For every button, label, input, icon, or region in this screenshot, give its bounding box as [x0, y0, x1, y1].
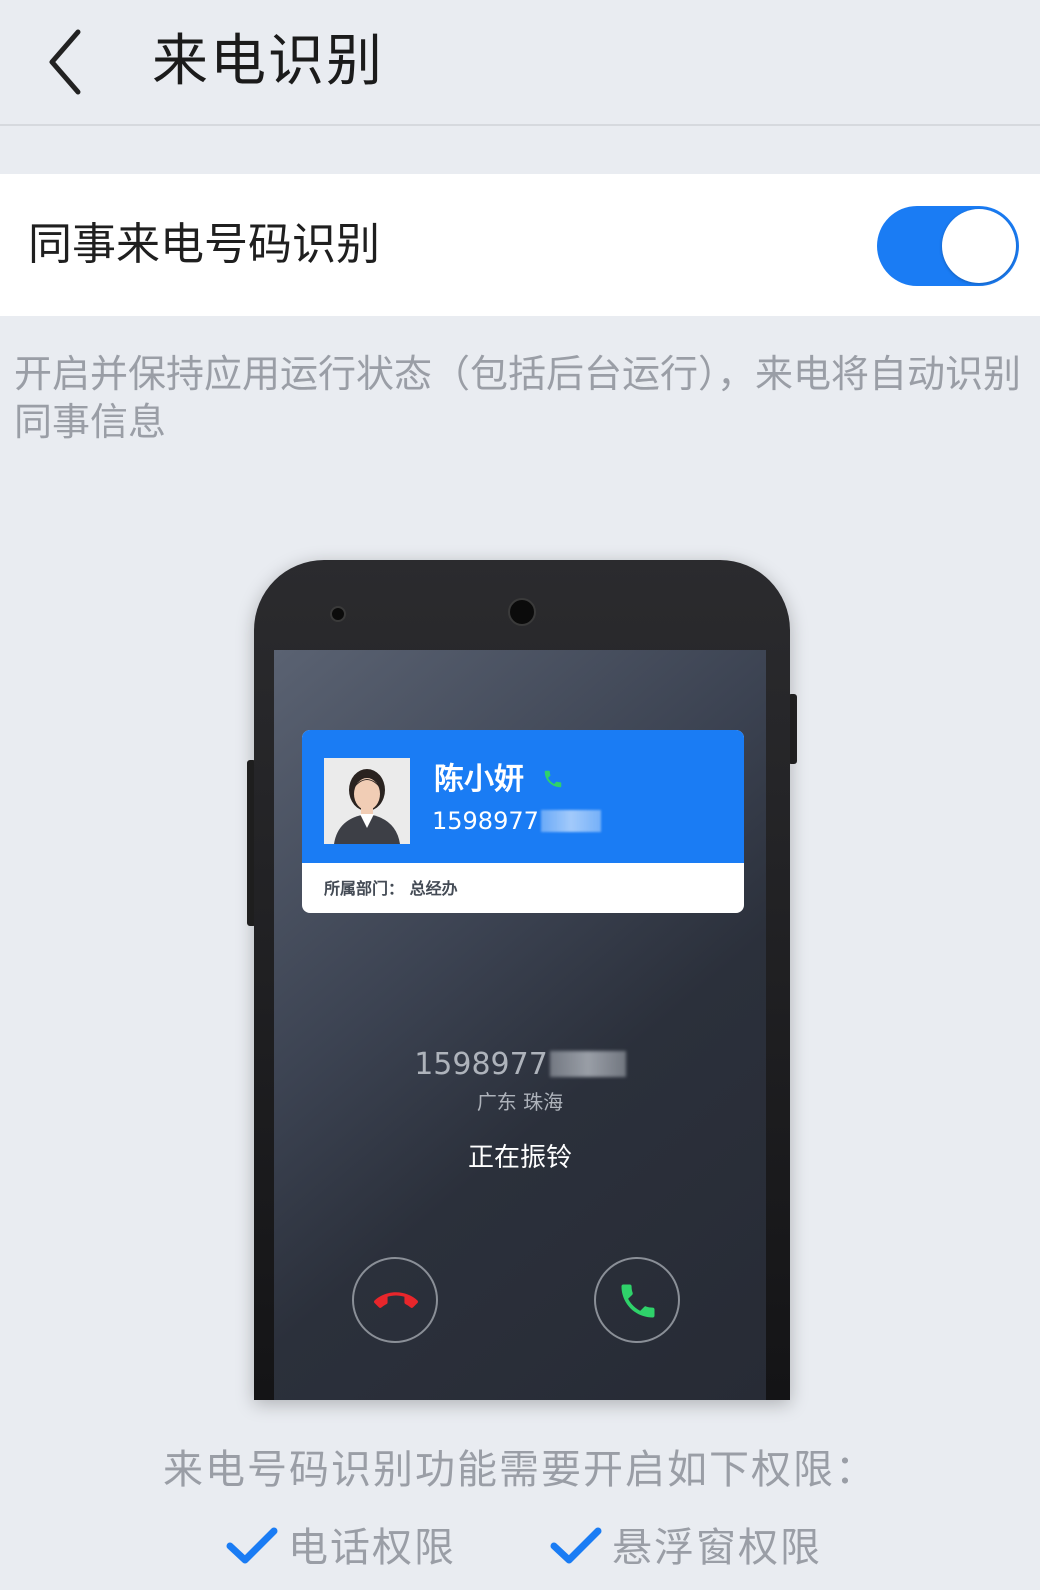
call-status: 正在振铃 — [467, 1143, 572, 1173]
decline-call-button — [352, 1257, 438, 1343]
phone-icon — [621, 1284, 655, 1318]
chevron-left-icon — [49, 29, 81, 95]
incoming-number: 1598977 — [274, 1045, 766, 1085]
setting-label: 同事来电号码识别 — [28, 219, 380, 270]
permissions-title: 来电号码识别功能需要开启如下权限： — [163, 1447, 877, 1493]
hang-up-icon — [374, 1292, 418, 1308]
answer-call-button — [594, 1257, 680, 1343]
caller-card-number: 1598977 — [432, 804, 601, 838]
back-button[interactable] — [36, 22, 106, 102]
checkmark-icon — [226, 1527, 278, 1564]
permission-label: 电话权限 — [288, 1525, 456, 1571]
permission-label: 悬浮窗权限 — [612, 1525, 822, 1571]
setting-row-colleague-caller-id: 同事来电号码识别 — [0, 174, 1040, 316]
incoming-location: 广东 珠海 — [476, 1090, 564, 1114]
phone-screen: 陈小妍 1598977 所属部门： 总经办 1598977 广东 珠海 正在振铃 — [274, 650, 766, 1400]
top-bar: 来电识别 — [0, 0, 1040, 126]
phone-illustration: 陈小妍 1598977 所属部门： 总经办 1598977 广东 珠海 正在振铃 — [254, 560, 790, 1400]
phone-icon — [544, 770, 562, 788]
page-title: 来电识别 — [152, 29, 384, 94]
caller-name: 陈小妍 — [434, 762, 524, 797]
phone-camera — [330, 606, 346, 622]
setting-description: 开启并保持应用运行状态（包括后台运行），来电将自动识别同事信息 — [14, 352, 1022, 444]
caller-department: 所属部门： 总经办 — [324, 879, 458, 898]
phone-speaker — [508, 598, 536, 626]
caller-id-toggle[interactable] — [877, 206, 1019, 286]
avatar — [324, 758, 410, 844]
caller-id-card: 陈小妍 1598977 所属部门： 总经办 — [302, 730, 744, 913]
checkmark-icon — [550, 1527, 602, 1564]
toggle-knob — [942, 209, 1016, 283]
